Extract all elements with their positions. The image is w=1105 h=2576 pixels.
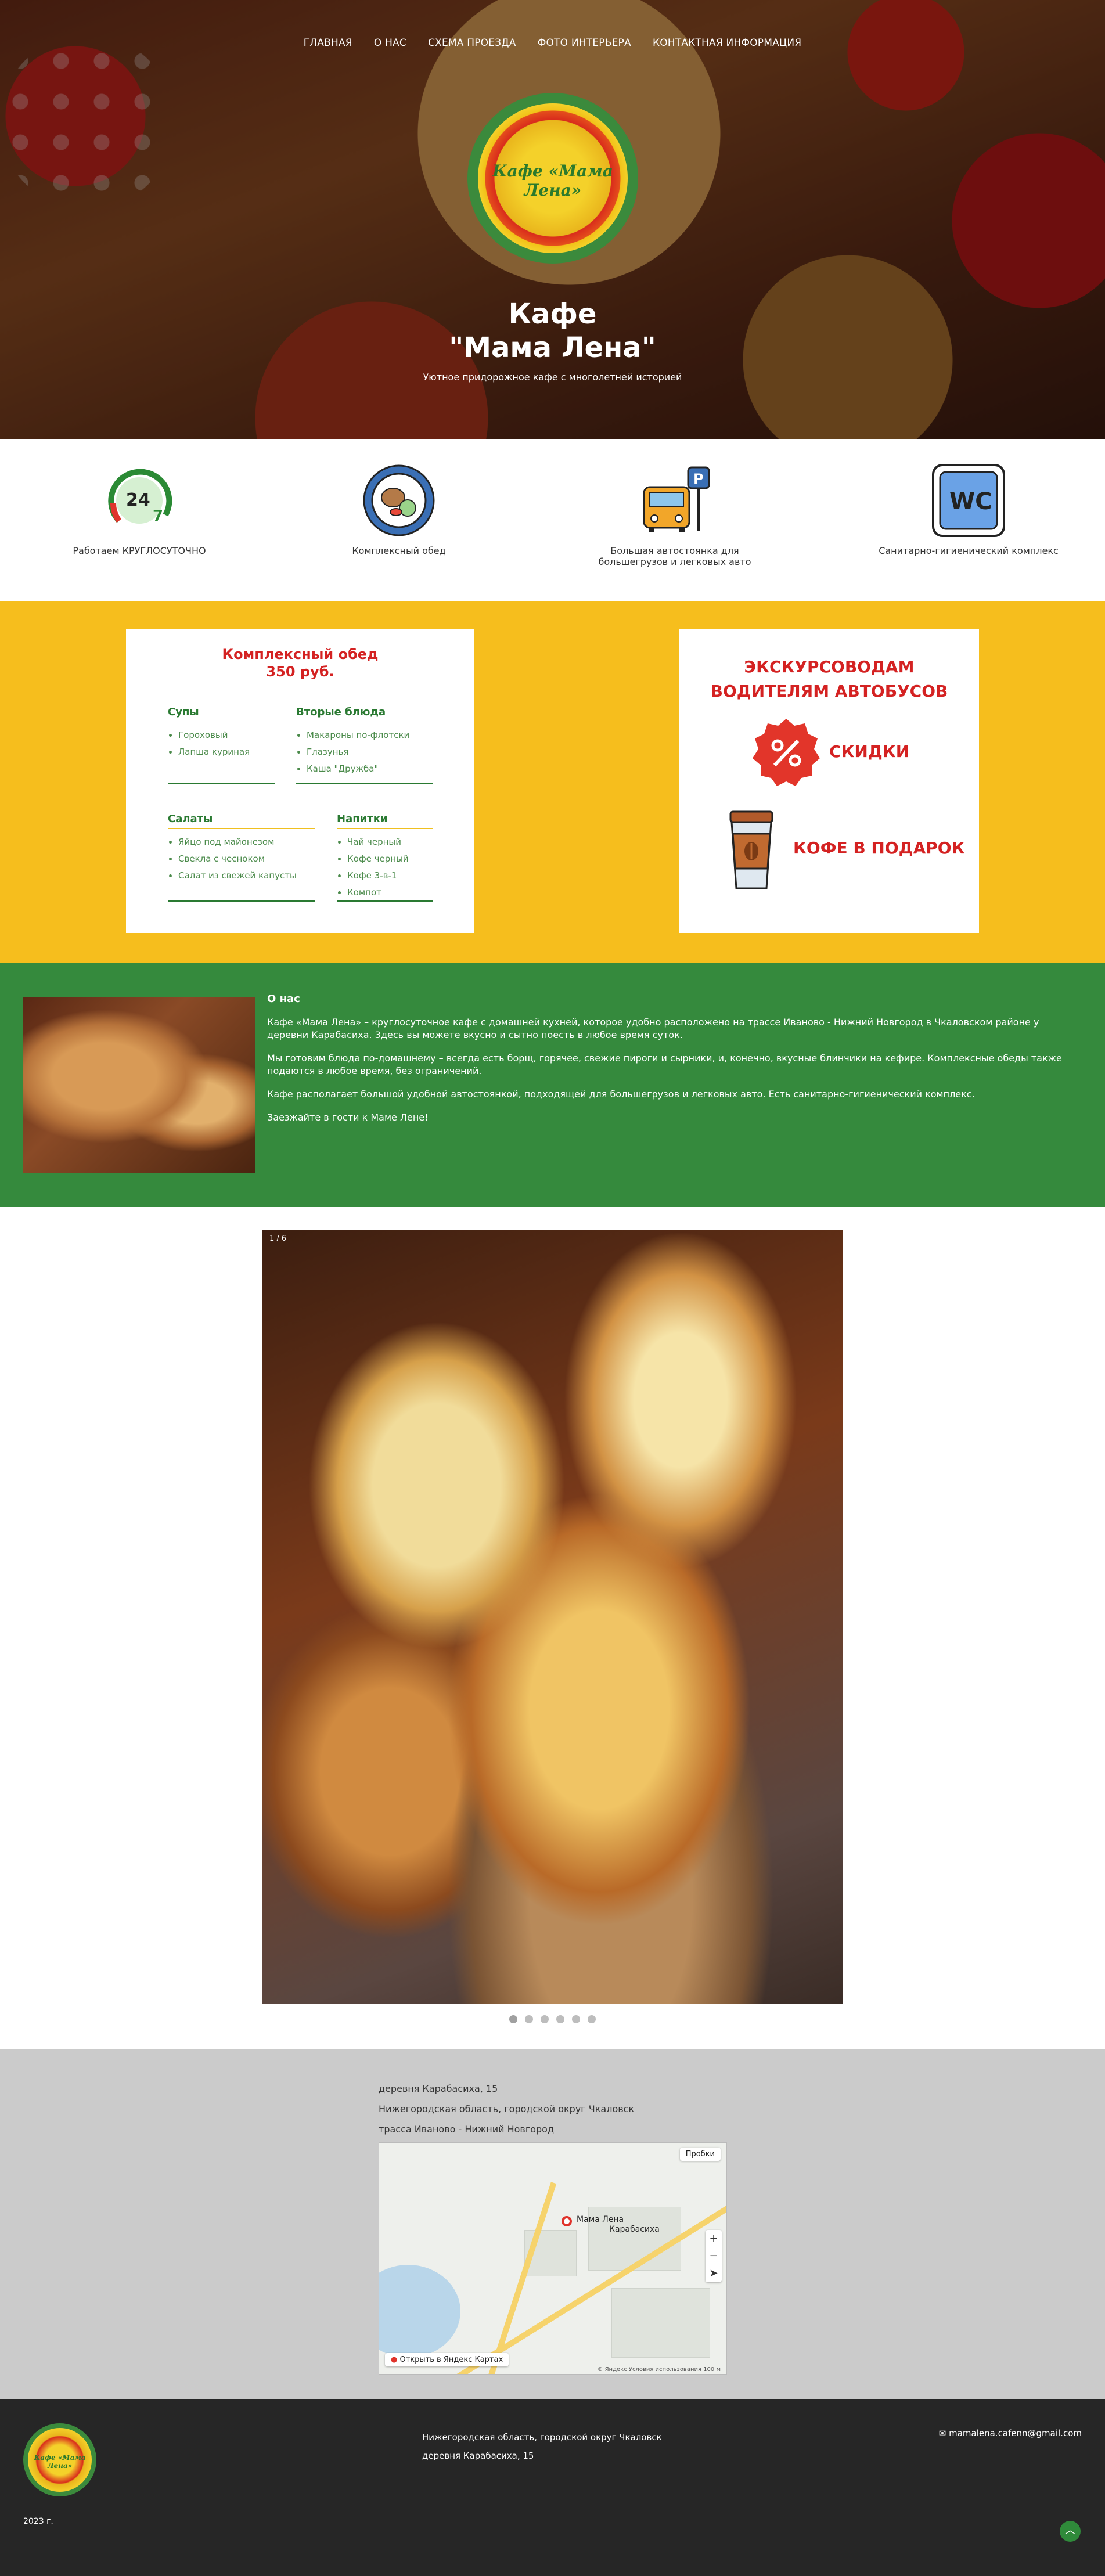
lunch-menu-title: Комплексный обед 350 руб. bbox=[222, 646, 379, 680]
menu-column-mains: Вторые блюда Макароны по-флотски Глазунь… bbox=[296, 706, 433, 784]
feature-24-7: 24 7 Работаем КРУГЛОСУТОЧНО bbox=[46, 463, 232, 556]
gallery-dot[interactable] bbox=[524, 2015, 533, 2023]
map-zoom-controls: + − ➤ bbox=[706, 2230, 722, 2282]
menu-column-drinks: Напитки Чай черный Кофе черный Кофе 3-в-… bbox=[337, 813, 433, 902]
hero-title: Кафе "Мама Лена" bbox=[449, 298, 656, 364]
nav-interior-photos[interactable]: ФОТО ИНТЕРЬЕРА bbox=[538, 37, 631, 49]
hero-subtitle: Уютное придорожное кафе с многолетней ис… bbox=[423, 372, 682, 383]
menu-item: Гороховый bbox=[178, 727, 275, 744]
percent-badge-icon bbox=[753, 719, 820, 786]
menu-column-salads: Салаты Яйцо под майонезом Свекла с чесно… bbox=[168, 813, 315, 902]
menu-column-soups: Супы Гороховый Лапша куриная bbox=[168, 706, 275, 784]
about-heading: О нас bbox=[267, 993, 300, 1005]
gallery-dot[interactable] bbox=[540, 2015, 549, 2023]
svg-text:P: P bbox=[693, 471, 704, 487]
footer-email[interactable]: ✉ mamalena.cafenn@gmail.com bbox=[939, 2428, 1082, 2438]
nav-home[interactable]: ГЛАВНАЯ bbox=[304, 37, 352, 49]
lunch-plate-icon bbox=[361, 463, 437, 538]
logo-text: Кафе «Мама Лена» bbox=[492, 161, 613, 200]
coffee-cup-icon bbox=[729, 810, 773, 889]
promo-coffee: КОФЕ В ПОДАРОК bbox=[679, 810, 979, 892]
traffic-button[interactable]: Пробки bbox=[679, 2148, 721, 2161]
menu-item: Глазунья bbox=[307, 744, 433, 761]
menu-item: Каша "Дружба" bbox=[307, 761, 433, 777]
feature-parking: P Большая автостоянка для большегрузов и… bbox=[582, 463, 768, 567]
menu-item: Салат из свежей капусты bbox=[178, 867, 315, 884]
copyright-year: 2023 г. bbox=[23, 2517, 53, 2526]
gallery-dot[interactable] bbox=[509, 2015, 517, 2023]
features-section: 24 7 Работаем КРУГЛОСУТОЧНО Комплексный … bbox=[0, 439, 1105, 601]
menu-item: Макароны по-флотски bbox=[307, 727, 433, 744]
promo-card: ЭКСКУРСОВОДАМ ВОДИТЕЛЯМ АВТОБУСОВ СКИДКИ… bbox=[679, 629, 979, 933]
svg-text:24: 24 bbox=[126, 490, 150, 510]
address-section: деревня Карабасиха, 15 Нижегородская обл… bbox=[0, 2049, 1105, 2399]
about-paragraph: Кафе располагает большой удобной автосто… bbox=[267, 1089, 975, 1100]
about-section: О нас Кафе «Мама Лена» – круглосуточное … bbox=[0, 963, 1105, 1207]
about-paragraph: Кафе «Мама Лена» – круглосуточное кафе с… bbox=[267, 1017, 1039, 1040]
svg-text:7: 7 bbox=[153, 507, 163, 525]
gallery-dots bbox=[0, 2015, 1105, 2026]
cafe-logo: Кафе «Мама Лена» bbox=[467, 93, 638, 264]
menu-item: Компот bbox=[347, 884, 433, 901]
nav-about[interactable]: О НАС bbox=[374, 37, 406, 49]
about-text: О нас Кафе «Мама Лена» – круглосуточное … bbox=[267, 993, 1080, 1134]
menu-item: Лапша куриная bbox=[178, 744, 275, 761]
about-paragraph: Мы готовим блюда по-домашнему – всегда е… bbox=[267, 1053, 1062, 1076]
main-nav: ГЛАВНАЯ О НАС СХЕМА ПРОЕЗДА ФОТО ИНТЕРЬЕ… bbox=[0, 37, 1105, 49]
svg-text:WC: WC bbox=[949, 488, 992, 515]
map-pin-icon[interactable] bbox=[562, 2216, 572, 2226]
menu-item: Чай черный bbox=[347, 834, 433, 851]
footer-address: Нижегородская область, городской округ Ч… bbox=[422, 2432, 662, 2461]
menu-item: Свекла с чесноком bbox=[178, 851, 315, 867]
map-pin-label: Мама Лена Карабасиха bbox=[577, 2215, 660, 2234]
footer-logo[interactable]: Кафе «Мама Лена» bbox=[23, 2423, 96, 2496]
arrow-up-icon: ︿ bbox=[1065, 2524, 1075, 2537]
mail-icon: ✉ bbox=[938, 2428, 946, 2438]
footer: Кафе «Мама Лена» Нижегородская область, … bbox=[0, 2399, 1105, 2576]
scroll-to-top-button[interactable]: ︿ bbox=[1060, 2521, 1081, 2542]
locate-icon[interactable]: ➤ bbox=[706, 2265, 722, 2282]
about-photo bbox=[23, 997, 255, 1173]
hero-section: ГЛАВНАЯ О НАС СХЕМА ПРОЕЗДА ФОТО ИНТЕРЬЕ… bbox=[0, 0, 1105, 439]
gallery-slide[interactable]: 1 / 6 bbox=[262, 1230, 843, 2004]
lunch-menu-card: Комплексный обед 350 руб. Супы Гороховый… bbox=[126, 629, 474, 933]
discount-label: СКИДКИ bbox=[829, 742, 910, 761]
promo-discount: СКИДКИ bbox=[679, 718, 979, 787]
nav-contacts[interactable]: КОНТАКТНАЯ ИНФОРМАЦИЯ bbox=[653, 37, 801, 49]
gallery-dot[interactable] bbox=[588, 2015, 596, 2023]
pin-icon: ● bbox=[391, 2355, 398, 2364]
zoom-out-icon[interactable]: − bbox=[706, 2247, 722, 2265]
yandex-map[interactable]: Пробки Мама Лена Карабасиха + − ➤ ● Откр… bbox=[379, 2142, 727, 2375]
zoom-in-icon[interactable]: + bbox=[706, 2230, 722, 2247]
open-in-yandex-maps-link[interactable]: ● Открыть в Яндекс Картах bbox=[385, 2353, 509, 2366]
address-lines: деревня Карабасиха, 15 Нижегородская обл… bbox=[379, 2083, 635, 2135]
nav-route[interactable]: СХЕМА ПРОЕЗДА bbox=[428, 37, 516, 49]
offers-section: Комплексный обед 350 руб. Супы Гороховый… bbox=[0, 601, 1105, 963]
coffee-gift-label: КОФЕ В ПОДАРОК bbox=[793, 838, 965, 858]
menu-item: Яйцо под майонезом bbox=[178, 834, 315, 851]
map-copyright: © Яндекс Условия использования 100 м bbox=[597, 2366, 721, 2373]
about-paragraph: Заезжайте в гости к Маме Лене! bbox=[267, 1112, 429, 1123]
feature-lunch: Комплексный обед bbox=[306, 463, 492, 556]
menu-item: Кофе черный bbox=[347, 851, 433, 867]
menu-item: Кофе 3-в-1 bbox=[347, 867, 433, 884]
promo-title: ЭКСКУРСОВОДАМ ВОДИТЕЛЯМ АВТОБУСОВ bbox=[710, 657, 948, 701]
24-7-icon: 24 7 bbox=[102, 463, 177, 538]
gallery-dot[interactable] bbox=[556, 2015, 565, 2023]
feature-wc: WC Санитарно-гигиенический комплекс bbox=[876, 463, 1061, 556]
slide-counter: 1 / 6 bbox=[269, 1234, 287, 1243]
gallery-dot[interactable] bbox=[572, 2015, 581, 2023]
wc-icon: WC bbox=[931, 463, 1006, 538]
bus-parking-icon: P bbox=[637, 463, 712, 538]
